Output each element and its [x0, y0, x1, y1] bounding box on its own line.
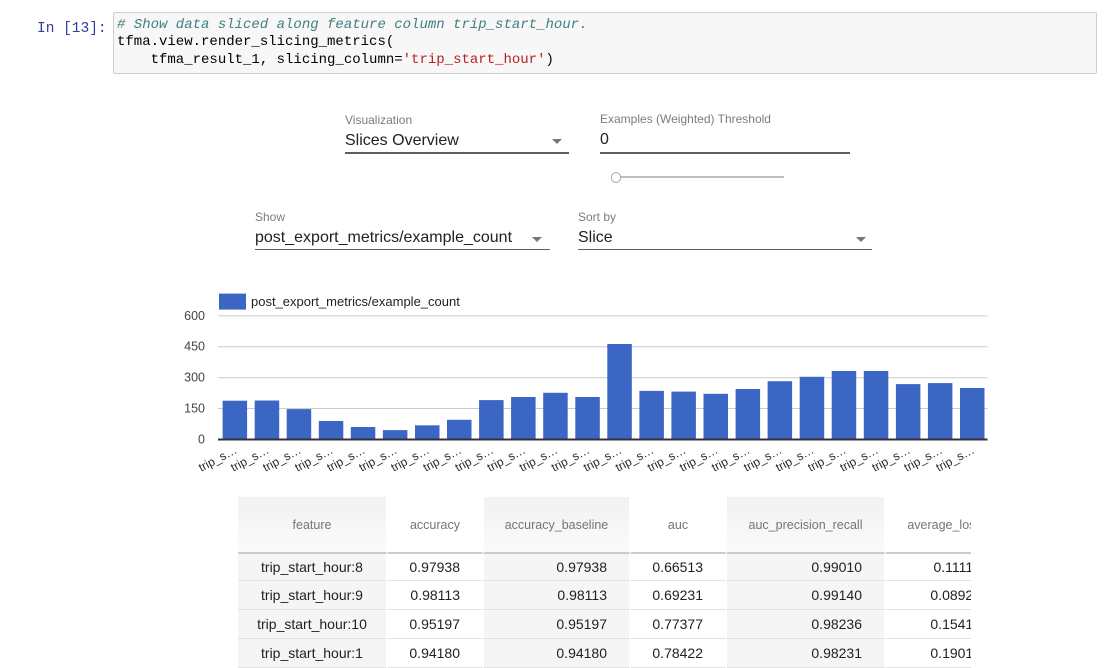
svg-text:150: 150 — [184, 402, 205, 416]
svg-text:post_export_metrics/example_co: post_export_metrics/example_count — [251, 294, 460, 309]
svg-text:0: 0 — [198, 433, 205, 447]
svg-text:300: 300 — [184, 371, 205, 385]
svg-text:600: 600 — [184, 309, 205, 323]
svg-text:450: 450 — [184, 340, 205, 354]
